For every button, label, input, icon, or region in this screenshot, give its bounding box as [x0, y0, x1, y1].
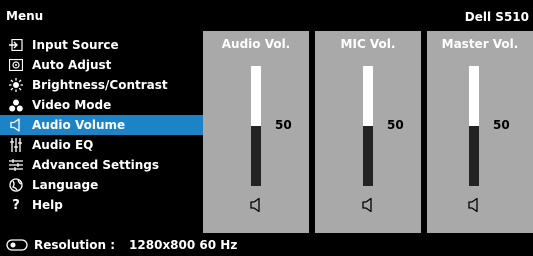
- auto-adjust-icon: [6, 59, 26, 71]
- help-icon: ?: [12, 197, 20, 213]
- menu-item-audio-volume[interactable]: Audio Volume: [0, 115, 203, 135]
- menu-item-help[interactable]: ? Help: [0, 195, 203, 215]
- menu-item-audio-eq[interactable]: Audio EQ: [0, 135, 203, 155]
- menu-item-label: Audio EQ: [32, 138, 94, 152]
- volume-value: 50: [493, 118, 510, 132]
- menu-item-label: Auto Adjust: [32, 58, 112, 72]
- volume-value: 50: [275, 118, 292, 132]
- resolution-value: 1280x800 60 Hz: [129, 237, 238, 252]
- brightness-icon: [6, 78, 26, 92]
- menu-item-label: Advanced Settings: [32, 158, 160, 172]
- menu-title: Menu: [6, 9, 44, 23]
- volume-slider[interactable]: [469, 66, 479, 186]
- volume-panels: Audio Vol. 50 MIC Vol. 50 Master Vol. 50: [203, 31, 533, 233]
- video-mode-icon: [6, 99, 26, 112]
- menu-item-label: Brightness/Contrast: [32, 78, 168, 92]
- panel-title: Master Vol.: [441, 37, 519, 51]
- sliders-icon: [6, 159, 26, 171]
- panel-title: Audio Vol.: [221, 37, 291, 51]
- resolution-label: Resolution :: [34, 237, 116, 252]
- input-source-icon: [6, 39, 26, 51]
- menu-item-auto-adjust[interactable]: Auto Adjust: [0, 55, 203, 75]
- master-volume-panel[interactable]: Master Vol. 50: [427, 31, 533, 233]
- volume-value: 50: [387, 118, 404, 132]
- globe-icon: [6, 178, 26, 192]
- menu-item-language[interactable]: Language: [0, 175, 203, 195]
- speaker-icon: [468, 197, 478, 213]
- equalizer-icon: [6, 138, 26, 152]
- menu-item-label: Video Mode: [32, 98, 112, 112]
- mic-volume-panel[interactable]: MIC Vol. 50: [315, 31, 421, 233]
- panel-title: MIC Vol.: [340, 37, 396, 51]
- sidebar-menu: Input Source Auto Adjust Brightness/Cont…: [0, 31, 203, 233]
- volume-level-fill: [469, 66, 479, 126]
- status-bar: Resolution : 1280x800 60 Hz: [0, 233, 533, 256]
- menu-item-label: Help: [32, 198, 63, 212]
- speaker-icon: [250, 197, 260, 213]
- menu-item-label: Audio Volume: [32, 118, 126, 132]
- volume-slider[interactable]: [363, 66, 373, 186]
- volume-level-fill: [251, 66, 261, 126]
- menu-item-label: Input Source: [32, 38, 119, 52]
- menu-item-brightness-contrast[interactable]: Brightness/Contrast: [0, 75, 203, 95]
- display-icon: [6, 238, 28, 251]
- audio-volume-panel[interactable]: Audio Vol. 50: [203, 31, 309, 233]
- menu-item-advanced-settings[interactable]: Advanced Settings: [0, 155, 203, 175]
- speaker-icon: [362, 197, 372, 213]
- menu-item-video-mode[interactable]: Video Mode: [0, 95, 203, 115]
- menu-item-input-source[interactable]: Input Source: [0, 35, 203, 55]
- volume-level-fill: [363, 66, 373, 126]
- title-bar: Menu Dell S510: [0, 0, 533, 31]
- volume-slider[interactable]: [251, 66, 261, 186]
- menu-item-label: Language: [32, 178, 99, 192]
- model-name: Dell S510: [464, 10, 529, 24]
- speaker-icon: [6, 118, 26, 132]
